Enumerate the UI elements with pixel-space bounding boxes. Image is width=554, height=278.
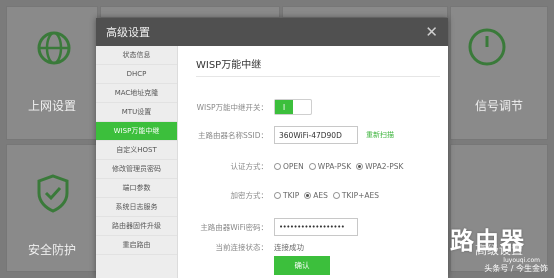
row-confirm: 确认 [178,256,448,275]
tile-internet-label: 上网设置 [27,99,76,113]
auth-label: 认证方式： [230,162,269,171]
tile-upper-middle [100,6,280,18]
shield-icon [37,174,69,213]
ssid-input[interactable]: 360WiFi-47D90D [274,126,358,144]
auth-radio-open[interactable]: OPEN [274,162,304,171]
sidebar-item-syslog[interactable]: 系统日志服务 [96,198,177,217]
sidebar-item-custom-host[interactable]: 自定义HOST [96,141,177,160]
row-password: 主路由器WiFi密码： •••••••••••••••••• [178,218,448,236]
sidebar-item-wisp[interactable]: WISP万能中继 [96,122,177,141]
password-label: 主路由器WiFi密码： [200,222,268,232]
sidebar-item-firmware[interactable]: 路由器固件升级 [96,217,177,236]
brand-logo: 路由器 [416,220,536,256]
row-switch: WISP万能中继开关： I [178,99,448,115]
encrypt-label: 加密方式： [230,191,269,200]
encrypt-radio-group: TKIP AES TKIP+AES [274,191,384,200]
auth-radio-group: OPEN WPA-PSK WPA2-PSK [274,162,408,171]
encrypt-radio-tkip[interactable]: TKIP [274,191,299,200]
settings-sidebar: 状态信息 DHCP MAC地址克隆 MTU设置 WISP万能中继 自定义HOST… [96,46,178,278]
auth-radio-wpa-psk[interactable]: WPA-PSK [308,162,351,171]
tile-signal-label: 信号调节 [474,99,523,113]
sidebar-item-mtu[interactable]: MTU设置 [96,103,177,122]
ssid-label: 主路由器名称SSID： [197,130,268,140]
encrypt-radio-aes[interactable]: AES [304,191,328,200]
signal-gauge-icon [468,28,506,66]
sidebar-item-mac-clone[interactable]: MAC地址克隆 [96,84,177,103]
connection-status: 连接成功 [274,243,304,252]
rescan-link[interactable]: 重新扫描 [366,130,394,140]
router-icon [417,230,443,249]
row-status: 当前连接状态： 连接成功 [178,242,448,253]
tile-internet-settings[interactable]: 上网设置 [6,6,98,140]
tile-security[interactable]: 安全防护 [6,144,98,272]
section-title: WISP万能中继 [196,56,440,77]
wisp-toggle[interactable]: I [274,99,312,115]
brand-name: 路由器 [450,226,525,255]
sidebar-item-status[interactable]: 状态信息 [96,46,177,65]
tile-security-label: 安全防护 [27,243,76,257]
auth-radio-wpa2-psk[interactable]: WPA2-PSK [356,162,403,171]
advanced-settings-modal: 高级设置 ✕ 状态信息 DHCP MAC地址克隆 MTU设置 WISP万能中继 … [96,18,448,278]
modal-header: 高级设置 ✕ [96,18,448,46]
row-encrypt: 加密方式： TKIP AES TKIP+AES [178,190,448,201]
toggle-on-indicator: I [275,100,293,114]
confirm-button[interactable]: 确认 [274,256,330,275]
encrypt-radio-tkip-aes[interactable]: TKIP+AES [332,191,379,200]
tile-upper-right [282,6,448,18]
sidebar-item-admin-password[interactable]: 修改管理员密码 [96,160,177,179]
row-ssid: 主路由器名称SSID： 360WiFi-47D90D 重新扫描 [178,126,448,144]
wifi-password-input[interactable]: •••••••••••••••••• [274,218,358,236]
globe-icon [37,31,71,65]
sidebar-item-reboot[interactable]: 重启路由 [96,236,177,255]
sidebar-item-dhcp[interactable]: DHCP [96,65,177,84]
watermark: 头条号 / 今生金饰 [484,264,548,273]
row-auth: 认证方式： OPEN WPA-PSK WPA2-PSK [178,161,448,172]
close-icon[interactable]: ✕ [425,24,438,40]
modal-title: 高级设置 [106,26,150,39]
status-label: 当前连接状态： [215,243,269,252]
sidebar-item-port-params[interactable]: 端口参数 [96,179,177,198]
wisp-settings-panel: WISP万能中继 WISP万能中继开关： I 主路由器名称SSID： 360Wi… [178,46,448,278]
tile-signal[interactable]: 信号调节 [450,6,548,140]
switch-label: WISP万能中继开关： [196,102,268,112]
